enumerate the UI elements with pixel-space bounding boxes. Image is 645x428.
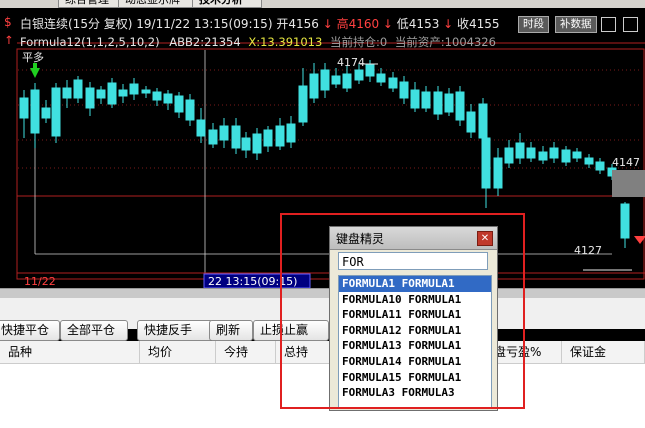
candle-body [388, 77, 398, 89]
candle-body [298, 85, 308, 123]
candle-body [331, 75, 341, 85]
candle-body [561, 149, 571, 163]
up-arrow-icon: ↑ [4, 33, 14, 47]
candle-body [30, 89, 40, 134]
ping-duo-label: 平多 [22, 50, 44, 64]
candle-body [286, 123, 296, 143]
tab-technical-analysis[interactable]: 技术分析 [192, 0, 262, 8]
top-tab-strip: 综合管理 动态显示牌 技术分析 [0, 0, 645, 8]
candle-body [504, 147, 514, 164]
date-left-label: 11/22 [24, 275, 56, 288]
refill-data-button[interactable]: 补数据 [555, 16, 597, 33]
green-arrow-icon [30, 68, 40, 78]
chart-header-line1: $ 白银连续(15分 复权) 19/11/22 13:15(09:15) 开41… [4, 15, 500, 32]
candle-body [342, 73, 352, 89]
tab-general-management[interactable]: 综合管理 [58, 0, 124, 8]
candle-body [96, 89, 106, 99]
close-panel-icon[interactable] [623, 17, 638, 32]
candle-body [231, 125, 241, 149]
header-field-5: 低4153 [396, 17, 444, 31]
candle-body [41, 107, 51, 119]
candle-body [478, 103, 488, 139]
price-marker [612, 170, 645, 197]
col-symbol[interactable]: 品种 [0, 341, 140, 363]
candle-body [107, 82, 117, 105]
red-arrow-icon [634, 236, 645, 244]
candle-body [141, 89, 151, 94]
candle-body [152, 91, 162, 101]
candle-body [595, 161, 605, 171]
header-field-6: ↓ [443, 17, 458, 31]
candle-body [455, 91, 465, 121]
candle-body [444, 93, 454, 113]
chart-header-line2: ↑ Formula12(1,1,2,5,10,2) ABB2:21354 X:1… [4, 33, 496, 50]
x-value: X:13.391013 [248, 35, 323, 49]
candle-body [163, 93, 173, 104]
current-position: 当前持仓:0 [329, 35, 388, 49]
candle-body [410, 89, 420, 109]
tab-dynamic-board[interactable]: 动态显示牌 [118, 0, 194, 8]
candle-body [421, 91, 431, 109]
candle-body [493, 157, 503, 189]
current-assets: 当前资产:1004326 [394, 35, 496, 49]
candle-body [354, 69, 364, 81]
abb2-value: ABB2:21354 [169, 35, 241, 49]
candle-body [85, 87, 95, 109]
candle-body [275, 125, 285, 147]
dollar-icon: $ [4, 15, 12, 29]
candle-body [174, 95, 184, 113]
header-field-2: ↓ [322, 17, 337, 31]
candle-body [19, 97, 29, 119]
header-field-0: 白银连续(15分 复权) 19/11/22 13:15(09:15) [20, 17, 277, 31]
candle-body [263, 129, 273, 147]
minimize-icon[interactable] [601, 17, 616, 32]
refresh-button[interactable]: 刷新 [209, 320, 253, 341]
candle-body [399, 81, 409, 99]
candle-body [481, 137, 491, 189]
candle-body [118, 89, 128, 97]
candle-body [208, 129, 218, 145]
candle-body [376, 73, 386, 83]
quick-close-button[interactable]: 快捷平仓 [0, 320, 60, 341]
candle-body [73, 79, 83, 99]
candle-body [526, 147, 536, 159]
candle-body [549, 147, 559, 159]
close-all-button[interactable]: 全部平仓 [60, 320, 128, 341]
candle-body [584, 157, 594, 165]
candle-body [365, 63, 375, 77]
candle-body [620, 203, 630, 239]
candle-body [320, 69, 330, 91]
candle-body [572, 151, 582, 159]
col-today-hold[interactable]: 今持 [216, 341, 276, 363]
low-price-label: 4127 [574, 244, 602, 257]
candle-body [433, 91, 443, 115]
header-field-1: 开4156 [276, 17, 323, 31]
col-margin[interactable]: 保证金 [562, 341, 645, 363]
candle-body [466, 111, 476, 133]
candle-body [62, 87, 72, 99]
quick-reverse-button[interactable]: 快捷反手 [137, 320, 213, 341]
candle-body [196, 119, 206, 137]
header-field-3: 高4160 [336, 17, 383, 31]
high-price-label: 4174 [337, 56, 365, 69]
right-price-label: 4147 [612, 156, 640, 169]
candle-body [252, 133, 262, 154]
candle-body [219, 125, 229, 141]
candle-body [515, 142, 525, 159]
candle-body [51, 87, 61, 137]
candle-body [538, 151, 548, 161]
header-field-4: ↓ [382, 17, 397, 31]
candle-body [241, 137, 251, 151]
candle-body [129, 83, 139, 95]
header-field-7: 收4155 [457, 17, 500, 31]
col-avg-price[interactable]: 均价 [140, 341, 216, 363]
formula-label: Formula12(1,1,2,5,10,2) [20, 35, 160, 49]
highlight-box [280, 213, 525, 409]
candle-body [309, 73, 319, 99]
time-period-button[interactable]: 时段 [518, 16, 549, 33]
candle-body [185, 99, 195, 121]
